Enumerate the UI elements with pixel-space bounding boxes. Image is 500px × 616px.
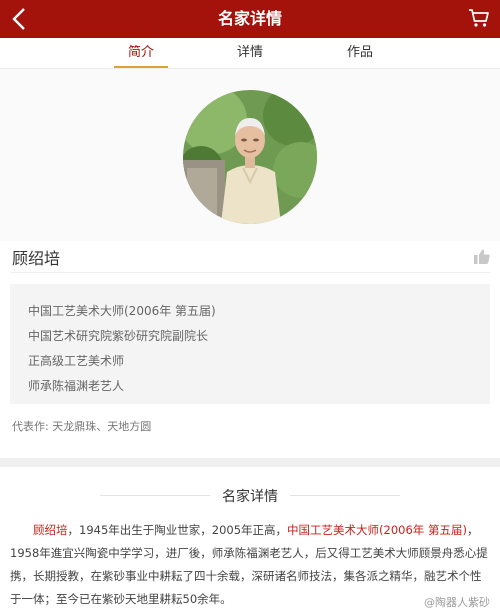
section-title-line-right [290,495,400,496]
section-title: 名家详情 [222,489,278,505]
bio-paragraph: 顾绍培，1945年出生于陶业世家，2005年正高，中国工艺美术大师(2006年 … [10,519,490,611]
tab-works[interactable]: 作品 [347,38,373,68]
bio-highlight: 中国工艺美术大师(2006年 第五届) [287,523,467,537]
header-bar: 名家详情 [0,0,500,38]
title-item: 中国工艺美术大师(2006年 第五届) [28,304,216,318]
tab-bar: 简介 详情 作品 [0,38,500,69]
tab-intro[interactable]: 简介 [114,38,168,68]
bio-text-part1: ，1945年出生于陶业世家，2005年正高， [67,523,288,537]
divider [10,272,490,273]
bio-name: 顾绍培 [33,523,68,537]
tab-details[interactable]: 详情 [237,38,263,68]
title-item: 正高级工艺美术师 [28,354,125,368]
representative-works: 代表作: 天龙鼎珠、天地方圆 [12,420,152,433]
thumbs-up-icon[interactable] [474,249,490,264]
page-title: 名家详情 [217,9,282,28]
cart-icon[interactable] [468,7,490,29]
section-separator [0,458,500,467]
hero-area [0,69,500,241]
title-item: 师承陈福渊老艺人 [28,379,125,393]
artist-name: 顾绍培 [12,249,61,268]
avatar [183,90,317,224]
watermark: @陶器人紫砂 [424,596,490,609]
titles-box: 中国工艺美术大师(2006年 第五届) 中国艺术研究院紫砂研究院副院长 正高级工… [10,284,490,404]
portrait-image [183,90,317,224]
title-item: 中国艺术研究院紫砂研究院副院长 [28,329,209,343]
